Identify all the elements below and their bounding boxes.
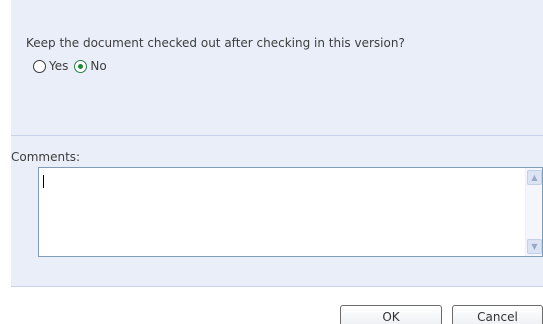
comments-label: Comments:	[11, 150, 81, 164]
radio-option-yes[interactable]: Yes	[33, 59, 68, 73]
scroll-up-button[interactable]: ▲	[527, 170, 542, 185]
comments-textarea[interactable]: ▲ ▼	[38, 167, 543, 257]
radio-yes-circle[interactable]	[33, 59, 46, 73]
checkout-radio-group: Yes No	[33, 57, 113, 75]
cancel-button[interactable]: Cancel	[452, 305, 543, 324]
radio-yes-label[interactable]: Yes	[49, 59, 68, 73]
text-caret	[43, 175, 44, 188]
footer-divider	[11, 286, 543, 287]
radio-no-circle[interactable]	[74, 59, 88, 73]
chevron-up-icon: ▲	[531, 172, 538, 182]
textarea-scrollbar[interactable]: ▲ ▼	[525, 168, 542, 256]
chevron-down-icon: ▼	[531, 241, 538, 251]
radio-option-no[interactable]: No	[74, 59, 107, 73]
radio-no-label[interactable]: No	[90, 59, 106, 73]
checkout-question: Keep the document checked out after chec…	[26, 36, 405, 50]
ok-button[interactable]: OK	[340, 305, 442, 324]
radio-selected-dot	[78, 63, 84, 69]
scroll-down-button[interactable]: ▼	[527, 239, 542, 254]
